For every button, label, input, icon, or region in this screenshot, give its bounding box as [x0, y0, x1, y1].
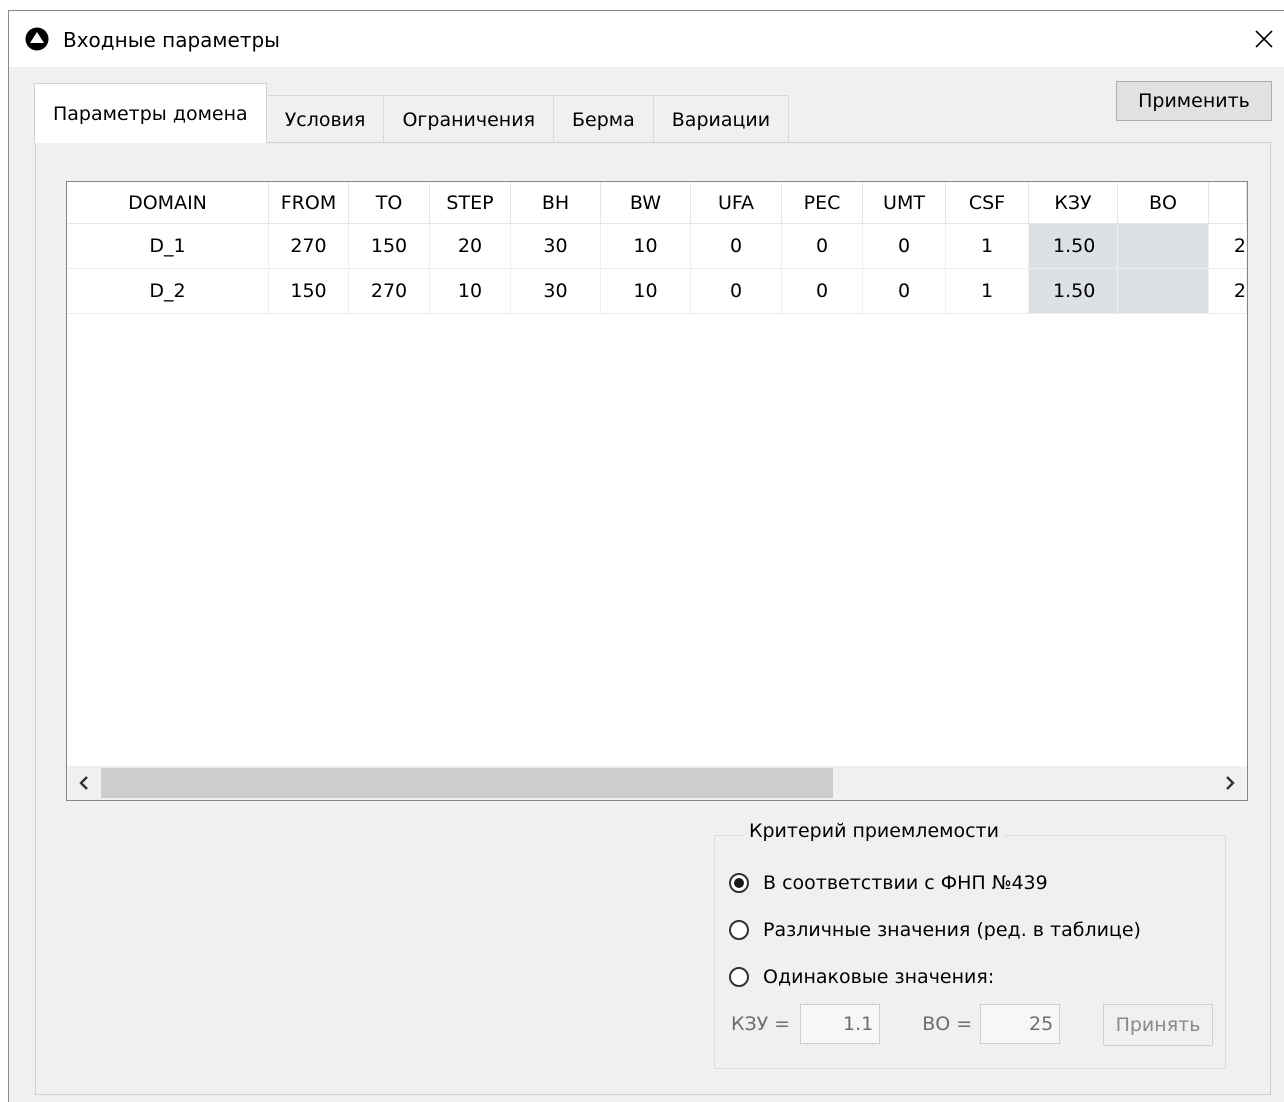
table-cell[interactable]: 20 — [430, 224, 511, 269]
horizontal-scrollbar[interactable] — [67, 766, 1247, 800]
radio-button[interactable] — [729, 920, 749, 940]
table-body: D_1 270 150 20 30 10 0 0 0 1 1.50 2 D_2 … — [67, 224, 1247, 314]
kzu-label: КЗУ = — [731, 1013, 791, 1035]
column-header[interactable]: STEP — [430, 182, 511, 224]
table-cell-vo[interactable] — [1118, 224, 1209, 269]
radio-same-values[interactable]: Одинаковые значения: — [729, 966, 994, 988]
table-cell[interactable]: 2 — [1209, 224, 1247, 269]
table-cell[interactable]: 10 — [601, 269, 691, 314]
table-cell[interactable]: 270 — [269, 224, 349, 269]
column-header[interactable]: UFA — [691, 182, 782, 224]
column-header[interactable]: UMT — [863, 182, 946, 224]
kzu-input[interactable]: 1.1 — [800, 1004, 881, 1044]
close-icon — [1255, 30, 1273, 48]
table-cell[interactable]: 30 — [511, 224, 601, 269]
vo-label: ВО = — [922, 1013, 973, 1035]
column-header[interactable] — [1209, 182, 1247, 224]
column-header[interactable]: DOMAIN — [67, 182, 269, 224]
column-header[interactable]: PEC — [782, 182, 863, 224]
table-cell[interactable]: D_1 — [67, 224, 269, 269]
table-header: DOMAIN FROM TO STEP BH BW UFA PEC UMT CS… — [67, 182, 1247, 224]
table-cell[interactable]: 2 — [1209, 269, 1247, 314]
acceptance-criteria-group: Критерий приемлемости В соответствии с Ф… — [714, 820, 1226, 1069]
scrollbar-thumb[interactable] — [101, 768, 833, 798]
table-cell-kzu[interactable]: 1.50 — [1029, 269, 1118, 314]
same-values-inputs: КЗУ = 1.1 ВО = 25 — [731, 1004, 1061, 1044]
radio-different-values[interactable]: Различные значения (ред. в таблице) — [729, 919, 1141, 941]
apply-button[interactable]: Применить — [1116, 81, 1272, 121]
radio-button[interactable] — [729, 967, 749, 987]
column-header[interactable]: TO — [349, 182, 430, 224]
tab-variations[interactable]: Вариации — [652, 95, 790, 143]
table-cell-vo[interactable] — [1118, 269, 1209, 314]
column-header[interactable]: КЗУ — [1029, 182, 1118, 224]
tab-constraints[interactable]: Ограничения — [383, 95, 554, 143]
column-header[interactable]: FROM — [269, 182, 349, 224]
input-parameters-window: Входные параметры Параметры домена Услов… — [8, 10, 1284, 1102]
tab-berm[interactable]: Берма — [553, 95, 654, 143]
column-header[interactable]: BW — [601, 182, 691, 224]
table-cell[interactable]: 270 — [349, 269, 430, 314]
chevron-left-icon — [79, 776, 88, 790]
column-header[interactable]: BH — [511, 182, 601, 224]
vo-input[interactable]: 25 — [980, 1004, 1061, 1044]
table-cell[interactable]: 0 — [863, 224, 946, 269]
tab-domain-parameters[interactable]: Параметры домена — [34, 83, 267, 143]
table-cell[interactable]: 0 — [782, 269, 863, 314]
scroll-right-button[interactable] — [1213, 766, 1247, 800]
table-cell[interactable]: 10 — [430, 269, 511, 314]
table-row[interactable]: D_2 150 270 10 30 10 0 0 0 1 1.50 2 — [67, 269, 1247, 314]
scroll-left-button[interactable] — [67, 766, 101, 800]
radio-fnp-439[interactable]: В соответствии с ФНП №439 — [729, 872, 1048, 894]
table-cell[interactable]: 30 — [511, 269, 601, 314]
radio-label: Различные значения (ред. в таблице) — [763, 919, 1141, 941]
criteria-legend: Критерий приемлемости — [743, 820, 1005, 842]
column-header[interactable]: ВО — [1118, 182, 1209, 224]
table-cell[interactable]: 0 — [782, 224, 863, 269]
accept-button[interactable]: Принять — [1103, 1004, 1213, 1046]
radio-label: Одинаковые значения: — [763, 966, 995, 988]
table-cell[interactable]: 1 — [946, 269, 1029, 314]
radio-label: В соответствии с ФНП №439 — [763, 872, 1048, 894]
close-button[interactable] — [1244, 19, 1284, 59]
domain-table: DOMAIN FROM TO STEP BH BW UFA PEC UMT CS… — [66, 181, 1248, 801]
tab-panel-domain-parameters: DOMAIN FROM TO STEP BH BW UFA PEC UMT CS… — [35, 142, 1271, 1095]
chevron-right-icon — [1226, 776, 1235, 790]
table-cell[interactable]: 0 — [691, 224, 782, 269]
table-cell[interactable]: 0 — [863, 269, 946, 314]
table-cell[interactable]: 150 — [269, 269, 349, 314]
radio-button[interactable] — [729, 873, 749, 893]
table-cell[interactable]: 10 — [601, 224, 691, 269]
table-cell[interactable]: D_2 — [67, 269, 269, 314]
tab-bar: Параметры домена Условия Ограничения Бер… — [34, 83, 790, 143]
column-header[interactable]: CSF — [946, 182, 1029, 224]
table-cell-kzu[interactable]: 1.50 — [1029, 224, 1118, 269]
table-cell[interactable]: 1 — [946, 224, 1029, 269]
table-cell[interactable]: 0 — [691, 269, 782, 314]
window-title: Входные параметры — [63, 28, 280, 52]
app-logo-icon — [25, 27, 49, 51]
table-cell[interactable]: 150 — [349, 224, 430, 269]
tab-conditions[interactable]: Условия — [265, 95, 385, 143]
table-row[interactable]: D_1 270 150 20 30 10 0 0 0 1 1.50 2 — [67, 224, 1247, 269]
title-bar: Входные параметры — [9, 11, 1284, 67]
